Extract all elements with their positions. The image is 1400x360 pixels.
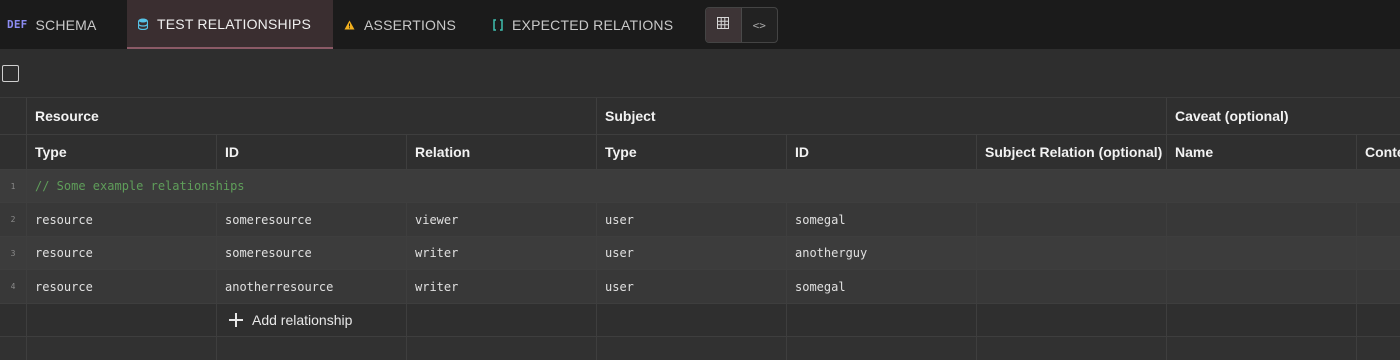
empty-cell [977,337,1167,360]
database-icon [138,18,148,30]
empty-cell [27,337,217,360]
tab-bar: DEF SCHEMA TEST RELATIONSHIPS ASSERTIONS… [0,0,1400,49]
cell-caveat-context[interactable] [1357,203,1400,237]
cell-subject-id[interactable]: anotherguy [787,237,977,270]
cell-resource-id[interactable]: someresource [217,237,407,270]
cell-caveat-name[interactable] [1167,203,1357,237]
tab-label: SCHEMA [35,16,97,33]
gutter-header [0,135,27,170]
cell-caveat-context[interactable] [1357,237,1400,270]
group-header-caveat: Caveat (optional) [1167,98,1400,135]
gutter-cell [0,337,27,360]
empty-cell [787,304,977,337]
group-header-row: Resource Subject Caveat (optional) [0,98,1400,135]
cell-subject-relation[interactable] [977,203,1167,237]
comment-cell[interactable]: // Some example relationships [27,170,1400,203]
empty-cell [407,337,597,360]
cell-subject-type[interactable]: user [597,270,787,304]
row-number: 2 [0,203,27,237]
comment-row: 1 // Some example relationships [0,170,1400,203]
view-toggle: <> [705,7,778,43]
cell-subject-id[interactable]: somegal [787,203,977,237]
empty-cell [1357,337,1400,360]
column-header-relation[interactable]: Relation [407,135,597,170]
group-header-subject: Subject [597,98,1167,135]
cell-resource-id[interactable]: someresource [217,203,407,237]
empty-cell [407,304,597,337]
tab-label: ASSERTIONS [364,16,456,33]
add-relationship-button[interactable]: Add relationship [217,304,407,337]
row-number: 1 [0,170,27,203]
empty-cell [597,337,787,360]
cell-relation[interactable]: writer [407,237,597,270]
empty-cell [27,304,217,337]
cell-caveat-name[interactable] [1167,270,1357,304]
cell-caveat-name[interactable] [1167,237,1357,270]
column-header-subject-id[interactable]: ID [787,135,977,170]
def-badge-icon: DEF [7,18,28,31]
column-header-resource-type[interactable]: Type [27,135,217,170]
warning-icon [344,20,355,30]
cell-subject-relation[interactable] [977,270,1167,304]
row-number: 3 [0,237,27,270]
column-header-subject-type[interactable]: Type [597,135,787,170]
add-relationship-label: Add relationship [252,312,353,328]
tab-label: TEST RELATIONSHIPS [157,15,312,32]
cell-relation[interactable]: writer [407,270,597,304]
empty-cell [977,304,1167,337]
empty-cell [217,337,407,360]
row-number: 4 [0,270,27,304]
tab-expected-relations[interactable]: EXPECTED RELATIONS [479,0,689,49]
column-header-caveat-context[interactable]: Conte [1357,135,1400,170]
empty-cell [1167,304,1357,337]
empty-cell [1357,304,1400,337]
cell-caveat-context[interactable] [1357,270,1400,304]
select-all-checkbox[interactable] [2,65,19,82]
table-row: 4 resource anotherresource writer user s… [0,270,1400,304]
brackets-icon [493,18,503,31]
table-row: 2 resource someresource viewer user some… [0,203,1400,237]
empty-cell [597,304,787,337]
tab-test-relationships[interactable]: TEST RELATIONSHIPS [127,0,333,49]
group-header-resource: Resource [27,98,597,135]
empty-cell [1167,337,1357,360]
plus-icon [228,312,244,328]
cell-subject-type[interactable]: user [597,203,787,237]
tab-schema[interactable]: DEF SCHEMA [0,0,127,49]
code-view-button[interactable]: <> [742,8,778,42]
cell-subject-id[interactable]: somegal [787,270,977,304]
add-relationship-row: Add relationship [0,304,1400,337]
tab-assertions[interactable]: ASSERTIONS [333,0,479,49]
column-header-caveat-name[interactable]: Name [1167,135,1357,170]
column-header-row: Type ID Relation Type ID Subject Relatio… [0,135,1400,170]
column-header-subject-relation[interactable]: Subject Relation (optional) [977,135,1167,170]
tab-label: EXPECTED RELATIONS [512,16,674,33]
empty-cell [787,337,977,360]
cell-relation[interactable]: viewer [407,203,597,237]
table-row: 3 resource someresource writer user anot… [0,237,1400,270]
grid-toolbar [0,49,1400,98]
cell-resource-type[interactable]: resource [27,237,217,270]
cell-resource-type[interactable]: resource [27,270,217,304]
cell-resource-id[interactable]: anotherresource [217,270,407,304]
gutter-cell [0,304,27,337]
empty-row [0,337,1400,360]
column-header-resource-id[interactable]: ID [217,135,407,170]
gutter-header [0,98,27,135]
cell-resource-type[interactable]: resource [27,203,217,237]
cell-subject-type[interactable]: user [597,237,787,270]
grid-view-icon [717,16,730,34]
grid-view-button[interactable] [706,8,742,42]
code-view-icon: <> [752,18,766,32]
cell-subject-relation[interactable] [977,237,1167,270]
